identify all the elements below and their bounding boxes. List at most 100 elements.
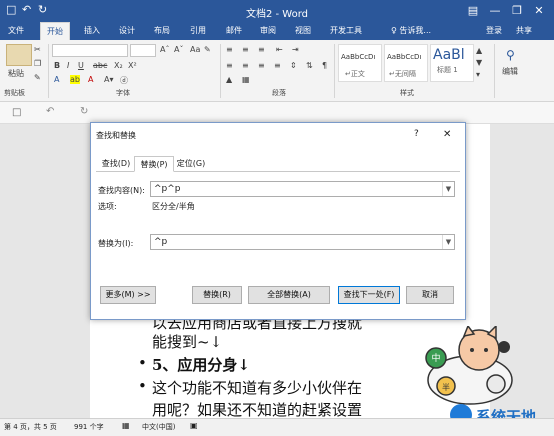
style-preview: AaBbCcDı bbox=[387, 53, 422, 61]
style-no-spacing[interactable]: AaBbCcDı ↵无间隔 bbox=[384, 44, 428, 82]
replace-value: ^p bbox=[154, 237, 168, 247]
styles-more-icon[interactable]: ▾ bbox=[476, 70, 480, 79]
tab-goto[interactable]: 定位(G) bbox=[172, 156, 210, 172]
char-border-icon[interactable]: ⓓ bbox=[120, 75, 128, 86]
paste-button[interactable]: 粘贴 bbox=[8, 68, 24, 79]
replace-all-button[interactable]: 全部替换(A) bbox=[248, 286, 330, 304]
underline-icon[interactable]: U bbox=[78, 61, 84, 70]
style-normal[interactable]: AaBbCcDı ↵正文 bbox=[338, 44, 382, 82]
align-right-icon[interactable]: ≡ bbox=[258, 61, 265, 70]
find-input[interactable]: ^p^p ▼ bbox=[150, 181, 455, 197]
highlight-icon[interactable]: ab bbox=[70, 75, 80, 84]
bullets-icon[interactable]: ≡ bbox=[226, 45, 233, 54]
bullet-icon: • bbox=[138, 354, 147, 372]
bold-icon[interactable]: B bbox=[54, 61, 60, 70]
align-left-icon[interactable]: ≡ bbox=[226, 61, 233, 70]
style-heading-1[interactable]: AaBl 标题 1 bbox=[430, 44, 474, 82]
minimize-icon[interactable]: — bbox=[484, 2, 506, 20]
dialog-close-button[interactable]: ✕ bbox=[443, 129, 451, 140]
restore-icon[interactable]: ❐ bbox=[506, 2, 528, 20]
macro-icon[interactable]: ▣ bbox=[190, 421, 198, 430]
repeat-icon[interactable]: ↻ bbox=[80, 106, 88, 117]
tab-find[interactable]: 查找(D) bbox=[96, 156, 136, 172]
undo-icon[interactable]: ↶ bbox=[46, 106, 54, 117]
multilevel-list-icon[interactable]: ≡ bbox=[258, 45, 265, 54]
tab-layout[interactable]: 布局 bbox=[148, 22, 176, 40]
decrease-indent-icon[interactable]: ⇤ bbox=[276, 45, 283, 54]
proofing-icon[interactable]: ▦ bbox=[122, 421, 130, 430]
options-value: 区分全/半角 bbox=[152, 202, 195, 211]
options-label: 选项: bbox=[98, 202, 117, 211]
shrink-font-icon[interactable]: Aˇ bbox=[174, 45, 183, 54]
char-shading-icon[interactable]: A▾ bbox=[104, 75, 114, 84]
styles-scroll-down-icon[interactable]: ▼ bbox=[476, 58, 482, 67]
login-link[interactable]: 登录 bbox=[480, 22, 508, 40]
superscript-icon[interactable]: X² bbox=[128, 61, 137, 70]
tab-replace[interactable]: 替换(P) bbox=[134, 156, 174, 172]
share-button[interactable]: 共享 bbox=[510, 22, 538, 40]
clipboard-icon[interactable] bbox=[6, 44, 32, 66]
text-effects-icon[interactable]: A bbox=[54, 75, 59, 84]
font-color-icon[interactable]: A bbox=[88, 75, 93, 84]
search-icon[interactable]: ⚲ bbox=[506, 48, 515, 62]
grow-font-icon[interactable]: Aˆ bbox=[160, 45, 169, 54]
numbering-icon[interactable]: ≡ bbox=[242, 45, 249, 54]
doc-line: 用呢？如果还不知道的赶紧设置 bbox=[152, 401, 363, 419]
replace-label: 替换为(I): bbox=[98, 239, 134, 248]
format-painter-icon[interactable]: ✎ bbox=[34, 73, 41, 82]
sort-icon[interactable]: ⇅ bbox=[306, 61, 313, 70]
tab-references[interactable]: 引用 bbox=[184, 22, 212, 40]
tab-design[interactable]: 设计 bbox=[113, 22, 141, 40]
copy-icon[interactable]: ❐ bbox=[34, 59, 41, 68]
more-button[interactable]: 更多(M) >> bbox=[100, 286, 156, 304]
doc-line: 能搜到~↓ bbox=[152, 333, 223, 351]
style-preview: AaBl bbox=[433, 47, 465, 63]
style-name: ↵正文 bbox=[345, 70, 365, 78]
borders-icon[interactable]: ▦ bbox=[242, 75, 250, 84]
subscript-icon[interactable]: X₂ bbox=[114, 61, 123, 70]
svg-text:半: 半 bbox=[442, 382, 450, 392]
styles-scroll-up-icon[interactable]: ▲ bbox=[476, 46, 482, 55]
editing-button[interactable]: 编辑 bbox=[502, 66, 518, 77]
shading-icon[interactable]: ▲ bbox=[226, 75, 232, 84]
replace-input[interactable]: ^p ▼ bbox=[150, 234, 455, 250]
word-count[interactable]: 991 个字 bbox=[74, 422, 104, 432]
tab-file[interactable]: 文件 bbox=[2, 22, 30, 40]
tab-home[interactable]: 开始 bbox=[40, 22, 70, 40]
chevron-down-icon[interactable]: ▼ bbox=[442, 235, 454, 249]
find-next-button[interactable]: 查找下一处(F) bbox=[338, 286, 400, 304]
help-button[interactable]: ? bbox=[414, 129, 419, 139]
close-icon[interactable]: ✕ bbox=[528, 2, 550, 20]
tab-insert[interactable]: 插入 bbox=[78, 22, 106, 40]
chevron-down-icon[interactable]: ▼ bbox=[442, 182, 454, 196]
clear-format-icon[interactable]: ✎ bbox=[204, 45, 211, 54]
strikethrough-icon[interactable]: abc bbox=[93, 61, 107, 70]
page-count[interactable]: 第 4 页，共 5 页 bbox=[4, 422, 57, 432]
font-size-select[interactable] bbox=[130, 44, 156, 57]
tab-developer[interactable]: 开发工具 bbox=[324, 22, 368, 40]
tell-me-search[interactable]: ♀ 告诉我... bbox=[385, 22, 437, 40]
language-status[interactable]: 中文(中国) bbox=[142, 422, 175, 432]
divider bbox=[494, 44, 495, 98]
font-name-select[interactable] bbox=[52, 44, 128, 57]
line-spacing-icon[interactable]: ⇕ bbox=[290, 61, 297, 70]
replace-button[interactable]: 替换(R) bbox=[192, 286, 242, 304]
show-marks-icon[interactable]: ¶ bbox=[322, 61, 327, 70]
cancel-button[interactable]: 取消 bbox=[406, 286, 454, 304]
group-paragraph: 段落 bbox=[272, 89, 286, 97]
align-center-icon[interactable]: ≡ bbox=[242, 61, 249, 70]
save-icon[interactable]: □ bbox=[12, 107, 21, 118]
italic-icon[interactable]: I bbox=[67, 61, 69, 70]
cut-icon[interactable]: ✂ bbox=[34, 45, 41, 54]
doc-bullet-heading: 5、应用分身↓ bbox=[152, 356, 251, 374]
dialog-title: 查找和替换 bbox=[96, 131, 136, 140]
find-label: 查找内容(N): bbox=[98, 186, 145, 195]
tab-view[interactable]: 视图 bbox=[289, 22, 317, 40]
justify-icon[interactable]: ≡ bbox=[274, 61, 281, 70]
increase-indent-icon[interactable]: ⇥ bbox=[292, 45, 299, 54]
tab-review[interactable]: 审阅 bbox=[254, 22, 282, 40]
ribbon-options-icon[interactable]: ▤ bbox=[462, 2, 484, 20]
tab-mailings[interactable]: 邮件 bbox=[220, 22, 248, 40]
change-case-icon[interactable]: Aa bbox=[190, 45, 200, 54]
divider bbox=[48, 44, 49, 98]
